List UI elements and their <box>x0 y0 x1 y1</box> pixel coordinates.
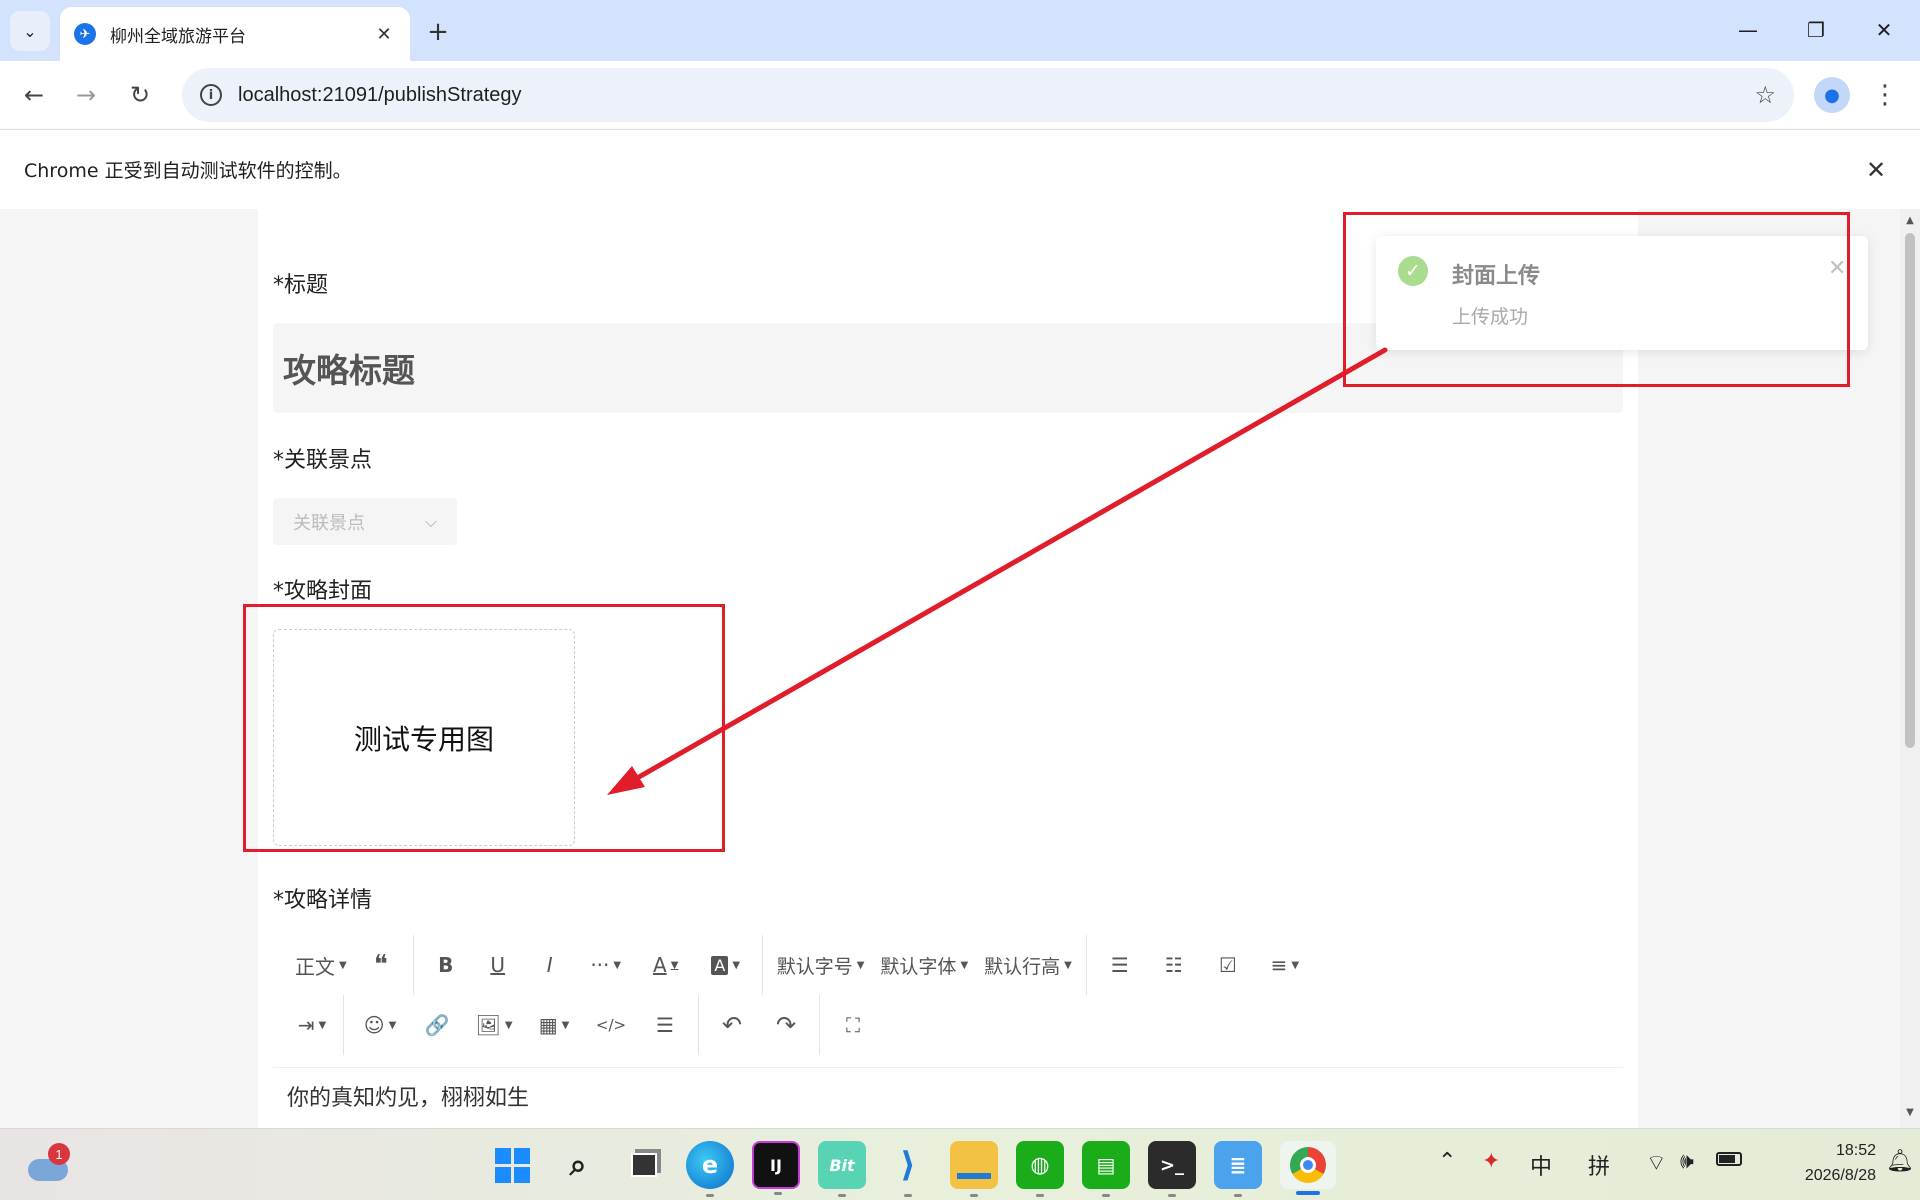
chevron-down-icon: ⌵ <box>424 511 437 531</box>
tab-title: 柳州全域旅游平台 <box>110 26 246 47</box>
site-info-icon[interactable]: i <box>200 84 222 106</box>
editor-toolbar: 正文 ▼ ❝ B U I ··· ▼ A ▼ A ▼ 默认字号 ▼ 默认字体 ▼ 默认行高 ▼… <box>273 929 1623 1068</box>
spot-placeholder: 关联景点 <box>293 512 365 534</box>
bookmark-star-icon[interactable]: ☆ <box>1754 81 1776 109</box>
notification-badge: 1 <box>48 1143 70 1165</box>
infobar-close-icon[interactable]: ✕ <box>1856 156 1896 184</box>
automation-infobar: Chrome 正受到自动测试软件的控制。 ✕ <box>0 129 1920 209</box>
notification-bell-icon[interactable]: 🔔︎ <box>1886 1149 1914 1174</box>
numbered-list-icon[interactable]: ☷ <box>1147 942 1201 988</box>
scroll-thumb[interactable] <box>1905 233 1915 748</box>
bold-button[interactable]: B <box>420 942 472 988</box>
tab-search-button[interactable]: ⌄ <box>10 11 50 51</box>
weather-widget[interactable]: 1 <box>26 1143 72 1185</box>
scroll-up-icon[interactable]: ▲ <box>1900 215 1920 226</box>
taskbar: 1 ⌕ e IJ Bit ⟩ ◍ ▤ >_ ≣ ⌃ ✦ 中 拼 ⌔ 🕪 18:5… <box>0 1128 1920 1200</box>
browser-tab[interactable]: ✈ 柳州全域旅游平台 ✕ <box>60 7 410 61</box>
table-icon[interactable]: ▦ ▼ <box>524 1002 584 1048</box>
bullet-list-icon[interactable]: ☰ <box>1093 942 1147 988</box>
close-window-button[interactable]: ✕ <box>1856 10 1912 50</box>
align-icon[interactable]: ≡ ▼ <box>1255 942 1315 988</box>
wifi-icon[interactable]: ⌔ <box>1646 1149 1667 1177</box>
new-tab-button[interactable]: + <box>420 14 456 50</box>
toolbar-divider <box>343 995 344 1055</box>
toolbar-divider <box>761 935 763 995</box>
fullscreen-icon[interactable]: ⛶ <box>826 1002 880 1048</box>
forward-icon[interactable]: → <box>66 75 106 115</box>
ime-language[interactable]: 中 <box>1530 1149 1552 1181</box>
chat-app-icon[interactable]: ▤ <box>1082 1141 1130 1197</box>
code-icon[interactable]: </> <box>584 1002 638 1048</box>
font-color-button[interactable]: A ▼ <box>636 942 696 988</box>
back-icon[interactable]: ← <box>14 75 54 115</box>
restore-button[interactable]: ❐ <box>1788 10 1844 50</box>
wechat-icon[interactable]: ◍ <box>1016 1141 1064 1197</box>
divider-icon[interactable]: ☰ <box>638 1002 692 1048</box>
edge-icon[interactable]: e <box>686 1141 734 1197</box>
menu-icon[interactable]: ⋮ <box>1870 77 1900 113</box>
battery-icon[interactable] <box>1716 1149 1742 1174</box>
tab-close-icon[interactable]: ✕ <box>372 24 396 45</box>
italic-button[interactable]: I <box>524 942 576 988</box>
intellij-icon[interactable]: IJ <box>752 1141 800 1195</box>
bg-color-button[interactable]: A ▼ <box>696 942 756 988</box>
redo-icon[interactable]: ↷ <box>759 1002 813 1048</box>
todo-list-icon[interactable]: ☑ <box>1201 942 1255 988</box>
chrome-icon[interactable] <box>1280 1141 1336 1195</box>
toolbar-divider <box>698 995 699 1055</box>
undo-icon[interactable]: ↶ <box>705 1002 759 1048</box>
cover-highlight-box <box>243 604 725 852</box>
link-icon[interactable]: 🔗 <box>410 1002 464 1048</box>
address-bar[interactable]: i localhost:21091/publishStrategy ☆ <box>182 68 1794 122</box>
profile-icon[interactable]: ● <box>1814 77 1850 113</box>
underline-button[interactable]: U <box>472 942 524 988</box>
tab-strip: ⌄ ✈ 柳州全域旅游平台 ✕ + — ❐ ✕ <box>0 0 1920 61</box>
scroll-down-icon[interactable]: ▼ <box>1900 1107 1920 1118</box>
toolbar-divider <box>1085 935 1087 995</box>
title-label: *标题 <box>273 273 329 298</box>
browser-toolbar: ← → ↻ i localhost:21091/publishStrategy … <box>0 61 1920 129</box>
toolbar-divider <box>412 935 414 995</box>
vscode-icon[interactable]: ⟩ <box>884 1141 932 1197</box>
bit-app-icon[interactable]: Bit <box>818 1141 866 1197</box>
more-style-button[interactable]: ··· ▼ <box>576 942 636 988</box>
url-text[interactable]: localhost:21091/publishStrategy <box>238 84 1754 107</box>
spot-select[interactable]: 关联景点 ⌵ <box>273 498 457 545</box>
file-explorer-icon[interactable] <box>950 1141 998 1197</box>
notepad-icon[interactable]: ≣ <box>1214 1141 1262 1197</box>
emoji-icon[interactable]: ☺ ▼ <box>350 1002 410 1048</box>
font-size-select[interactable]: 默认字号 ▼ <box>769 942 873 988</box>
editor-content[interactable]: 你的真知灼见，栩栩如生 <box>287 1080 529 1112</box>
tray-expand-icon[interactable]: ⌃ <box>1438 1149 1456 1174</box>
reload-icon[interactable]: ↻ <box>120 75 160 115</box>
minimize-button[interactable]: — <box>1720 10 1776 50</box>
font-family-select[interactable]: 默认字体 ▼ <box>872 942 976 988</box>
page-scrollbar[interactable]: ▲ ▼ <box>1900 209 1920 1128</box>
spot-label: *关联景点 <box>273 448 373 473</box>
favicon-icon: ✈ <box>74 23 96 45</box>
line-height-select[interactable]: 默认行高 ▼ <box>976 942 1080 988</box>
clock-time[interactable]: 18:52 <box>1816 1142 1876 1160</box>
terminal-icon[interactable]: >_ <box>1148 1141 1196 1197</box>
blockquote-button[interactable]: ❝ <box>355 942 407 988</box>
search-icon[interactable]: ⌕ <box>554 1141 602 1189</box>
chevron-down-icon: ⌄ <box>23 21 37 41</box>
detail-label: *攻略详情 <box>273 888 373 913</box>
infobar-text: Chrome 正受到自动测试软件的控制。 <box>24 160 352 182</box>
image-icon[interactable]: 🖼 ▼ <box>464 1002 524 1048</box>
volume-icon[interactable]: 🕪 <box>1680 1149 1694 1174</box>
toolbar-divider <box>819 995 820 1055</box>
indent-icon[interactable]: ⇥ ▼ <box>287 1002 337 1048</box>
start-icon[interactable] <box>488 1141 536 1189</box>
cover-label: *攻略封面 <box>273 579 373 604</box>
task-view-icon[interactable] <box>620 1141 668 1189</box>
paragraph-style-button[interactable]: 正文 ▼ <box>287 942 355 988</box>
toast-highlight-box <box>1343 212 1850 387</box>
ime-mode[interactable]: 拼 <box>1588 1149 1610 1181</box>
antivirus-icon[interactable]: ✦ <box>1482 1149 1500 1174</box>
clock-date[interactable]: 2026/8/28 <box>1770 1167 1876 1185</box>
